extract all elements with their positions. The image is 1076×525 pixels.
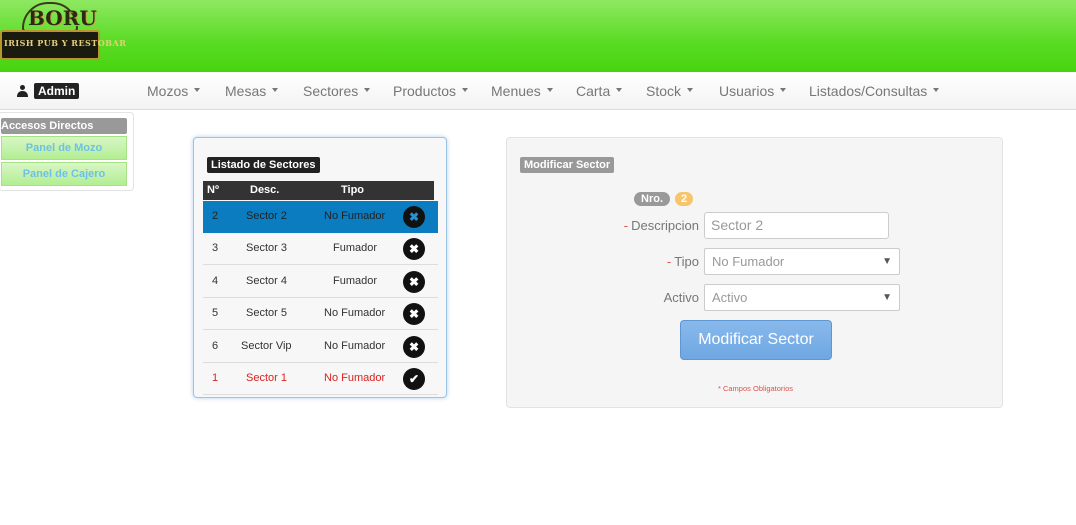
caret-down-icon [933,88,940,93]
tipo-label-text: Tipo [674,254,699,269]
caret-down-icon [687,88,694,93]
nav-label: Usuarios [719,83,775,99]
remove-icon[interactable]: ✖ [403,336,425,358]
caret-down-icon [780,88,787,93]
sector-list-panel: Listado de Sectores Nº Desc. Tipo 2 Sect… [193,137,447,398]
panel-cajero-button[interactable]: Panel de Cajero [1,162,127,186]
form-title: Modificar Sector [520,157,615,173]
caret-down-icon [616,88,623,93]
cell-nro: 3 [212,242,219,254]
table-row[interactable]: 4 Sector 4 Fumador ✖ [203,266,438,298]
nav-item-usuarios[interactable]: Usuarios [719,72,787,110]
nav-item-menues[interactable]: Menues [491,72,553,110]
nav-label: Productos [393,83,457,99]
user-menu[interactable]: Admin [17,83,80,99]
cell-desc: Sector 1 [246,372,287,384]
nav-label: Carta [576,83,611,99]
main-navbar: Admin Mozos Mesas Sectores Productos Men… [0,72,1076,110]
logo-word: BORU [28,6,97,30]
cell-tipo: Fumador [333,242,378,254]
nav-label: Sectores [303,83,359,99]
remove-icon[interactable]: ✖ [403,206,425,228]
cell-nro: 5 [212,307,219,319]
cell-tipo: No Fumador [324,210,386,222]
modify-sector-panel: Modificar Sector Nro. 2 - Descripcion Sec… [506,137,1003,408]
nav-item-mozos[interactable]: Mozos [147,72,201,110]
caret-down-icon [462,88,469,93]
table-row[interactable]: 5 Sector 5 No Fumador ✖ [203,298,438,330]
column-header-nro: Nº [207,184,219,196]
check-icon[interactable]: ✔ [403,368,425,390]
table-row[interactable]: 6 Sector Vip No Fumador ✖ [203,331,438,363]
cell-tipo: No Fumador [324,307,386,319]
table-header: Nº Desc. Tipo [203,181,434,200]
descripcion-label: - Descripcion [579,218,699,233]
nav-label: Listados/Consultas [809,83,928,99]
required-marker: - [666,254,672,269]
table-row[interactable]: 2 Sector 2 No Fumador ✖ [203,201,438,233]
dropdown-arrow-icon: ▼ [882,292,892,303]
nav-item-stock[interactable]: Stock [646,72,694,110]
cell-tipo: No Fumador [324,372,386,384]
quick-access-panel: Accesos Directos Panel de Mozo Panel de … [0,112,134,191]
cell-tipo: No Fumador [324,340,386,352]
cell-desc: Sector 5 [246,307,287,319]
panel-mozo-button[interactable]: Panel de Mozo [1,136,127,160]
activo-select-value: Activo [712,290,748,305]
modify-sector-button[interactable]: Modificar Sector [680,320,832,360]
column-header-desc: Desc. [250,184,280,196]
quick-access-title: Accesos Directos [1,118,127,134]
user-icon [17,85,28,97]
cell-desc: Sector Vip [241,340,292,352]
remove-icon[interactable]: ✖ [403,303,425,325]
user-label: Admin [34,83,80,99]
remove-icon[interactable]: ✖ [403,271,425,293]
nav-label: Mozos [147,83,189,99]
caret-down-icon [364,88,371,93]
cell-nro: 6 [212,340,219,352]
cell-nro: 1 [212,372,219,384]
required-fields-note: * Campos Obligatorios [717,384,794,393]
cell-nro: 4 [212,275,219,287]
descripcion-input[interactable]: Sector 2 [704,212,889,239]
cell-nro: 2 [212,210,219,222]
caret-down-icon [272,88,279,93]
descripcion-label-text: Descripcion [631,218,699,233]
logo-tagline: IRISH PUB Y RESTOBAR [4,38,127,48]
sector-list-title: Listado de Sectores [207,157,320,173]
tipo-label: - Tipo [579,254,699,269]
nav-label: Menues [491,83,541,99]
table-row[interactable]: 3 Sector 3 Fumador ✖ [203,233,438,265]
cell-desc: Sector 2 [246,210,287,222]
column-header-tipo: Tipo [341,184,365,196]
remove-icon[interactable]: ✖ [403,238,425,260]
required-marker: - [623,218,629,233]
nav-item-productos[interactable]: Productos [393,72,469,110]
nav-label: Stock [646,83,682,99]
table-row[interactable]: 1 Sector 1 No Fumador ✔ [203,363,438,395]
nro-badge: Nro. [634,192,670,206]
tipo-select-value: No Fumador [712,254,785,269]
nro-value-badge: 2 [675,192,694,206]
cell-tipo: Fumador [333,275,378,287]
nav-item-mesas[interactable]: Mesas [225,72,279,110]
cell-desc: Sector 3 [246,242,287,254]
caret-down-icon [546,88,553,93]
caret-down-icon [194,88,201,93]
activo-label: Activo [663,290,699,305]
nav-item-sectores[interactable]: Sectores [303,72,371,110]
nav-label: Mesas [225,83,267,99]
dropdown-arrow-icon: ▼ [882,256,892,267]
cell-desc: Sector 4 [246,275,287,287]
top-header: BORU IRISH PUB Y RESTOBAR [0,0,1076,72]
brand-logo[interactable]: BORU IRISH PUB Y RESTOBAR [0,2,127,64]
nav-item-carta[interactable]: Carta [576,72,623,110]
activo-select[interactable]: Activo ▼ [704,284,900,311]
tipo-select[interactable]: No Fumador ▼ [704,248,900,275]
nav-item-listados[interactable]: Listados/Consultas [809,72,940,110]
